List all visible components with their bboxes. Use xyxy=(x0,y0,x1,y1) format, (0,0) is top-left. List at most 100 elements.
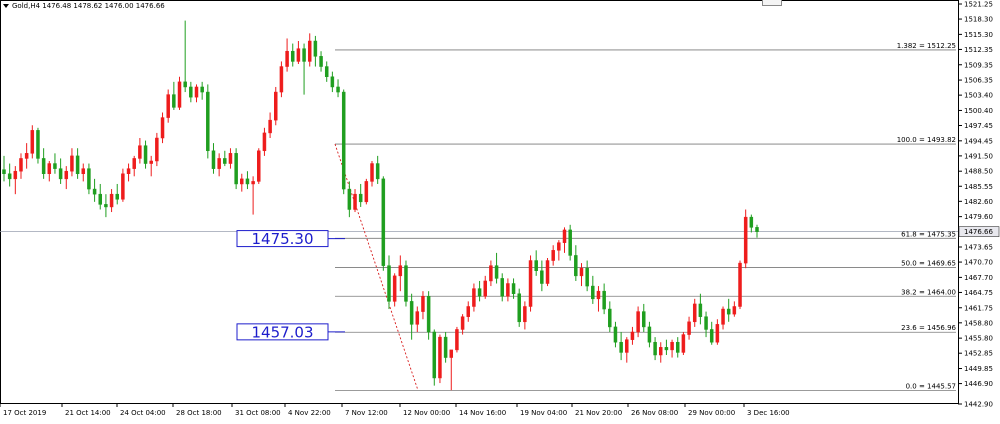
candle-body xyxy=(534,260,538,272)
x-tick-label: 29 Nov 00:00 xyxy=(688,409,735,417)
y-tick-label: 1494.45 xyxy=(964,137,993,145)
candle xyxy=(36,127,40,164)
candle xyxy=(704,311,708,338)
y-tick-label: 1500.40 xyxy=(964,107,993,115)
candle xyxy=(443,332,448,363)
candle-body xyxy=(483,280,487,297)
candle xyxy=(370,160,374,187)
y-tick-label: 1464.75 xyxy=(964,289,993,297)
candle-body xyxy=(126,168,131,175)
candle-body xyxy=(370,163,374,182)
candle xyxy=(421,291,425,320)
candle-body xyxy=(223,158,227,164)
x-tick-label: 28 Oct 18:00 xyxy=(176,409,222,417)
candle xyxy=(523,301,527,330)
candle-body xyxy=(138,145,142,159)
candle-body xyxy=(732,306,737,315)
candle xyxy=(528,255,533,312)
candle xyxy=(30,125,35,159)
candle-body xyxy=(579,267,584,277)
candle-body xyxy=(189,86,193,98)
candle xyxy=(341,89,346,195)
candle xyxy=(681,332,686,355)
candle-body xyxy=(426,296,431,333)
candle xyxy=(698,293,703,325)
candle-body xyxy=(121,173,125,200)
candle-body xyxy=(715,324,720,343)
candle xyxy=(166,89,170,123)
candle-body xyxy=(177,81,182,108)
x-tick-label: 26 Nov 08:00 xyxy=(631,409,678,417)
candle xyxy=(319,51,323,72)
candle xyxy=(75,148,80,179)
candle-body xyxy=(364,181,369,203)
candle xyxy=(211,143,216,174)
candle xyxy=(307,33,312,67)
chart[interactable]: Gold,H4 1476.48 1478.62 1476.00 1476.66 … xyxy=(0,0,1000,420)
y-tick-label: 1485.55 xyxy=(964,183,993,191)
candle xyxy=(500,273,504,302)
candle-body xyxy=(404,265,408,302)
candle-body xyxy=(257,150,261,182)
candle-body xyxy=(75,155,80,175)
candle-body xyxy=(375,163,380,180)
level-box-label: 1475.30 xyxy=(251,230,313,248)
candle xyxy=(285,38,289,72)
candle-body xyxy=(13,170,18,180)
candle xyxy=(692,298,697,327)
fib-level-label: 100.0 = 1493.82 xyxy=(897,136,956,144)
candle-body xyxy=(477,288,482,297)
candle-body xyxy=(217,158,221,169)
candle-body xyxy=(279,66,284,93)
candle xyxy=(517,288,521,327)
candle xyxy=(206,84,210,159)
candle xyxy=(642,303,646,333)
candle xyxy=(290,43,295,67)
candle xyxy=(664,339,669,355)
candle-body xyxy=(240,178,244,185)
candle-body xyxy=(642,311,646,328)
candle-body xyxy=(455,329,459,351)
y-tick-label: 1479.60 xyxy=(964,213,993,221)
candle-body xyxy=(109,193,114,208)
shift-marker[interactable] xyxy=(762,0,782,6)
candle-body xyxy=(636,311,640,333)
plot-border xyxy=(0,0,959,404)
symbol-dropdown-icon[interactable] xyxy=(3,4,9,8)
candle-body xyxy=(755,227,759,232)
candle xyxy=(738,260,742,310)
x-tick-label: 7 Nov 12:00 xyxy=(345,409,388,417)
candle xyxy=(262,127,267,156)
candle-body xyxy=(630,331,635,340)
candle xyxy=(143,140,148,169)
candle-body xyxy=(81,168,86,175)
y-tick-label: 1449.85 xyxy=(964,365,993,373)
candle xyxy=(534,250,538,276)
candle-body xyxy=(47,163,52,175)
candle-body xyxy=(551,250,555,261)
candle xyxy=(455,326,459,353)
candle xyxy=(687,316,691,340)
candle-body xyxy=(234,153,238,185)
candle xyxy=(449,349,454,391)
x-tick-label: 12 Nov 00:00 xyxy=(403,409,450,417)
candle xyxy=(511,278,516,299)
candle-body xyxy=(336,86,340,93)
candle xyxy=(149,155,153,177)
candle-body xyxy=(155,137,159,162)
candle-body xyxy=(562,229,567,243)
x-tick-label: 17 Oct 2019 xyxy=(3,409,46,417)
candle-body xyxy=(726,308,731,315)
candle-body xyxy=(625,339,629,353)
candle xyxy=(19,153,23,179)
candle xyxy=(579,263,584,287)
candle xyxy=(726,298,731,322)
candle-body xyxy=(324,66,329,78)
y-tick-label: 1506.35 xyxy=(964,77,993,85)
y-tick-label: 1482.60 xyxy=(964,198,993,206)
candle xyxy=(64,166,69,190)
candle xyxy=(472,283,476,312)
candle xyxy=(7,163,12,187)
candle xyxy=(296,41,301,64)
y-tick-label: 1452.85 xyxy=(964,350,993,358)
